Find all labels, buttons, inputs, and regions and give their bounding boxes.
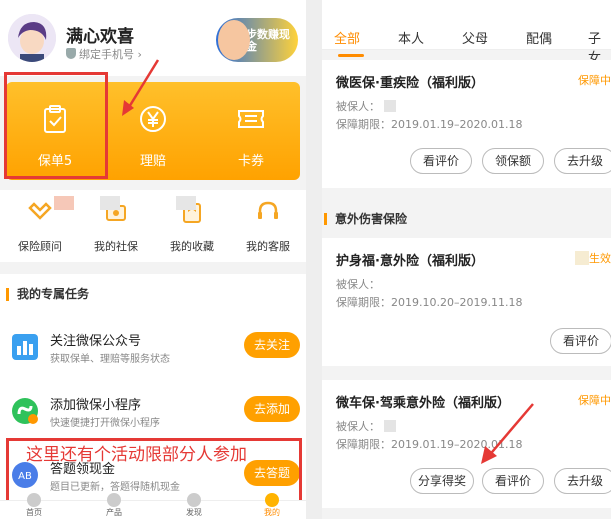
chart-board-icon bbox=[12, 334, 38, 360]
policy-status: 生效 bbox=[575, 250, 611, 266]
tab-parents[interactable]: 父母 bbox=[462, 28, 488, 47]
shield-icon bbox=[66, 48, 76, 59]
insured-label: 被保人： bbox=[336, 420, 380, 433]
redaction-block bbox=[384, 420, 396, 432]
quick-favorites-label: 我的收藏 bbox=[170, 240, 214, 253]
avatar-illustration-icon bbox=[8, 14, 56, 62]
coupon-entry[interactable]: 卡券 bbox=[202, 82, 300, 180]
tab-home-label: 首页 bbox=[26, 508, 42, 517]
policy-card[interactable]: 微医保·重疾险（福利版） 保障中 被保人： 保障期限：2019.01.19–20… bbox=[322, 60, 611, 188]
ticket-icon bbox=[238, 110, 264, 128]
tab-spouse[interactable]: 配偶 bbox=[526, 28, 552, 47]
policy-card[interactable]: 微车保·驾乘意外险（福利版） 保障中 被保人： 保障期限：2019.01.19–… bbox=[322, 380, 611, 508]
policy-period: 保障期限：2019.01.19–2020.01.18 bbox=[336, 118, 523, 131]
upgrade-button[interactable]: 去升级 bbox=[554, 148, 611, 174]
policy-insured: 被保人： bbox=[336, 418, 396, 434]
tab-discover[interactable]: 发现 bbox=[164, 493, 224, 518]
annotation-arrow-icon bbox=[481, 403, 534, 464]
tab-discover-label: 发现 bbox=[186, 508, 202, 517]
mascot-icon bbox=[218, 20, 250, 60]
redaction-block bbox=[176, 196, 196, 210]
insured-label: 被保人： bbox=[336, 278, 380, 291]
quick-customer-service[interactable]: 我的客服 bbox=[230, 198, 306, 254]
policy-status: 保障中 bbox=[578, 394, 611, 407]
mine-icon bbox=[265, 493, 279, 507]
coupon-entry-label: 卡券 bbox=[237, 154, 264, 169]
add-button[interactable]: 去添加 bbox=[244, 396, 300, 422]
panel-divider bbox=[306, 0, 322, 519]
headset-icon bbox=[258, 201, 278, 219]
task-title: 添加微保小程序 bbox=[50, 398, 142, 413]
view-review-button[interactable]: 看评价 bbox=[550, 328, 611, 354]
miniprogram-icon bbox=[12, 398, 38, 424]
tab-mine[interactable]: 我的 bbox=[242, 493, 302, 518]
policy-status: 保障中 bbox=[578, 74, 611, 87]
policy-insured: 被保人： bbox=[336, 98, 396, 114]
task-subtitle: 获取保单、理赔等服务状态 bbox=[50, 354, 170, 365]
policy-period: 保障期限：2019.10.20–2019.11.18 bbox=[336, 296, 523, 309]
redaction-block bbox=[54, 196, 74, 210]
promo-text: 步数赚现金 bbox=[246, 28, 290, 53]
tasks-title: 我的专属任务 bbox=[6, 288, 89, 301]
upgrade-button[interactable]: 去升级 bbox=[554, 468, 611, 494]
avatar[interactable] bbox=[8, 14, 56, 62]
profile-page: 满心欢喜 绑定手机号 › 步数赚现金 保单5 理赔 卡券 保险顾问 我的社保 我… bbox=[0, 0, 306, 519]
steps-promo-banner[interactable]: 步数赚现金 bbox=[216, 18, 298, 62]
discover-icon bbox=[187, 493, 201, 507]
follow-button[interactable]: 去关注 bbox=[244, 332, 300, 358]
tab-mine-label: 我的 bbox=[264, 508, 280, 517]
family-tabs: 全部 本人 父母 配偶 子女 bbox=[322, 10, 611, 66]
annotation-text: 这里还有个活动限部分人参加 bbox=[26, 445, 247, 465]
claim-coverage-button[interactable]: 领保额 bbox=[482, 148, 544, 174]
view-review-button[interactable]: 看评价 bbox=[410, 148, 472, 174]
nav-bar bbox=[322, 0, 611, 10]
accident-section-header: 意外伤害保险 bbox=[322, 204, 611, 234]
tab-all[interactable]: 全部 bbox=[334, 28, 360, 47]
policy-service-page: 全部 本人 父母 配偶 子女 微医保·重疾险（福利版） 保障中 被保人： 保障期… bbox=[322, 0, 611, 519]
policy-name: 护身福·意外险（福利版） bbox=[336, 254, 484, 269]
claims-entry-label: 理赔 bbox=[139, 154, 166, 169]
redaction-block bbox=[100, 196, 120, 210]
quick-social-security-label: 我的社保 bbox=[94, 240, 138, 253]
policy-insured: 被保人： bbox=[336, 276, 380, 292]
section-title: 意外伤害保险 bbox=[324, 213, 407, 225]
tab-indicator bbox=[338, 54, 364, 57]
tab-self[interactable]: 本人 bbox=[398, 28, 424, 47]
quick-links: 保险顾问 我的社保 我的收藏 我的客服 bbox=[0, 190, 306, 262]
insured-label: 被保人： bbox=[336, 100, 380, 113]
tab-home[interactable]: 首页 bbox=[4, 493, 64, 518]
task-subtitle: 快速便捷打开微保小程序 bbox=[50, 418, 160, 429]
annotation-highlight-box bbox=[4, 72, 108, 179]
product-icon bbox=[107, 493, 121, 507]
home-icon bbox=[27, 493, 41, 507]
tab-products[interactable]: 产品 bbox=[84, 493, 144, 518]
advisor-icon bbox=[28, 202, 52, 220]
policy-name: 微医保·重疾险（福利版） bbox=[336, 76, 484, 91]
quick-advisor-label: 保险顾问 bbox=[18, 240, 62, 253]
task-follow-account: 关注微保公众号 获取保单、理赔等服务状态 去关注 bbox=[0, 324, 306, 384]
policy-card[interactable]: 护身福·意外险（福利版） 生效 被保人： 保障期限：2019.10.20–201… bbox=[322, 238, 611, 366]
bottom-tabbar: 首页 产品 发现 我的 bbox=[0, 493, 306, 519]
view-review-button[interactable]: 看评价 bbox=[482, 468, 544, 494]
task-title: 关注微保公众号 bbox=[50, 334, 142, 349]
redaction-block bbox=[384, 100, 396, 112]
tab-products-label: 产品 bbox=[106, 508, 122, 517]
quick-customer-service-label: 我的客服 bbox=[246, 240, 290, 253]
share-reward-button[interactable]: 分享得奖 bbox=[410, 468, 474, 494]
user-name: 满心欢喜 bbox=[66, 27, 134, 47]
policy-status-text: 生效 bbox=[589, 252, 611, 265]
redaction-block bbox=[575, 251, 589, 265]
annotation-arrow-icon bbox=[122, 59, 160, 116]
